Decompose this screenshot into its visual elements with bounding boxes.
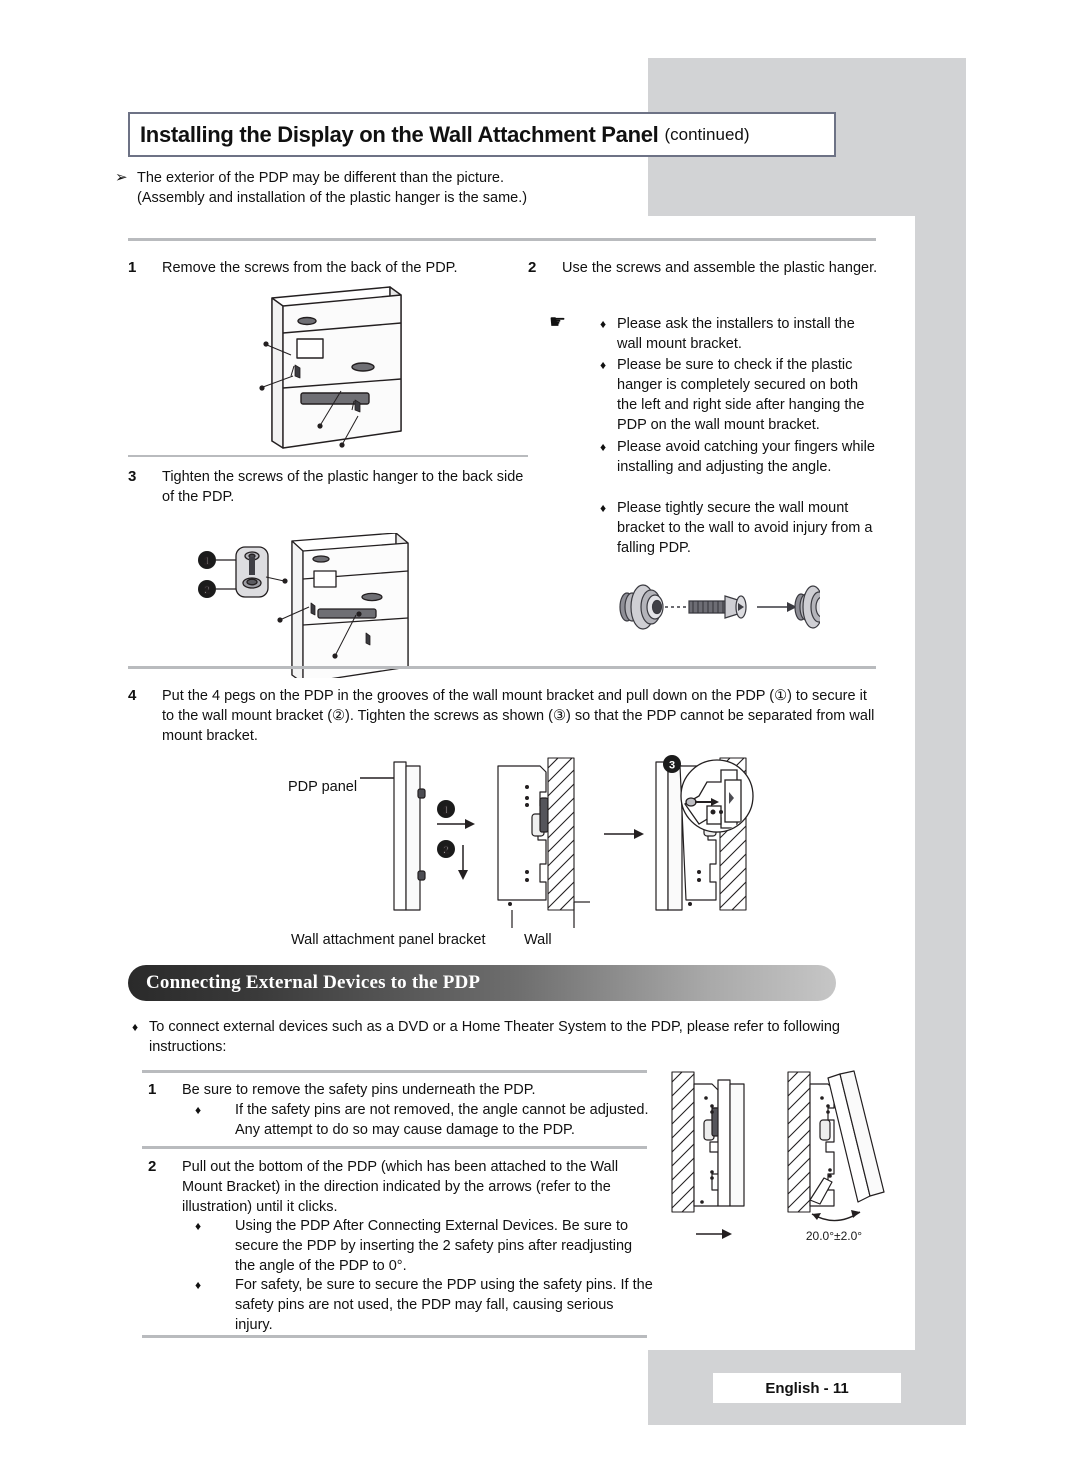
diamond-bullet-icon: ♦ <box>195 1103 202 1117</box>
diamond-bullet-icon: ♦ <box>600 440 607 454</box>
divider-above-item1 <box>142 1070 647 1073</box>
pointing-hand-icon: ☛ <box>549 312 567 333</box>
step-1: 1 Remove the screws from the back of the… <box>128 258 538 278</box>
section-item-2-bullet-1-text: Using the PDP After Connecting External … <box>235 1218 633 1274</box>
section-item-2-bullet-1: ♦ Using the PDP After Connecting Externa… <box>195 1216 653 1276</box>
divider-below-item2 <box>142 1335 647 1338</box>
intro-note: ➢ The exterior of the PDP may be differe… <box>115 168 845 208</box>
svg-text:3: 3 <box>669 760 675 772</box>
step-2-note-3-text: Please avoid catching your fingers while… <box>617 439 875 475</box>
divider-above-step1 <box>128 238 876 241</box>
section-item-1-bullet-1: ♦ If the safety pins are not removed, th… <box>195 1100 653 1140</box>
step-3-text: Tighten the screws of the plastic hanger… <box>162 469 524 505</box>
section-banner-connecting-external-devices: Connecting External Devices to the PDP <box>128 965 836 1001</box>
step-4-number: 4 <box>128 687 137 704</box>
figure-pdp-angle-adjust: 20.0°±2.0° <box>662 1062 912 1277</box>
step-1-text: Remove the screws from the back of the P… <box>162 260 458 276</box>
section-item-2-number: 2 <box>148 1158 157 1175</box>
step-2-note-3: ♦ Please avoid catching your fingers whi… <box>600 437 878 477</box>
step-2-note-1-text: Please ask the installers to install the… <box>617 316 855 352</box>
diamond-bullet-icon: ♦ <box>195 1219 202 1233</box>
section-lead-note: ♦ To connect external devices such as a … <box>132 1017 858 1057</box>
step-4: 4 Put the 4 pegs on the PDP in the groov… <box>128 686 876 746</box>
figure-screw-detail-step4: 3 <box>655 752 760 842</box>
svg-text:2: 2 <box>443 845 449 857</box>
section-item-1: 1 Be sure to remove the safety pins unde… <box>148 1080 653 1100</box>
step-3: 3 Tighten the screws of the plastic hang… <box>128 467 528 507</box>
step-2-note-2: ♦ Please be sure to check if the plastic… <box>600 355 878 435</box>
page-decoration-right-gray-strip <box>915 216 966 1350</box>
page-title: Installing the Display on the Wall Attac… <box>140 121 659 147</box>
intro-note-text: The exterior of the PDP may be different… <box>137 168 527 208</box>
figure-pdp-rear-step1 <box>245 283 475 458</box>
intro-note-line1: The exterior of the PDP may be different… <box>137 170 505 186</box>
arrow-bullet-icon: ➢ <box>115 169 128 186</box>
step-2-note-4-text: Please tightly secure the wall mount bra… <box>617 500 873 556</box>
page-number-tag: English - 11 <box>713 1373 901 1403</box>
step-1-number: 1 <box>128 259 137 276</box>
figure-screw-assembly-step2 <box>605 572 820 642</box>
section-item-1-bullet-1-text: If the safety pins are not removed, the … <box>235 1102 649 1138</box>
svg-text:1: 1 <box>204 556 210 568</box>
diamond-bullet-icon: ♦ <box>132 1020 139 1034</box>
section-item-2-text: Pull out the bottom of the PDP (which ha… <box>182 1159 619 1215</box>
divider-above-item2 <box>142 1146 647 1149</box>
angle-label-text: 20.0°±2.0° <box>806 1229 862 1243</box>
label-pdp-panel: PDP panel <box>288 779 358 795</box>
diamond-bullet-icon: ♦ <box>195 1278 202 1292</box>
divider-above-step4 <box>128 666 876 669</box>
section-item-2-bullet-2-text: For safety, be sure to secure the PDP us… <box>235 1277 653 1333</box>
section-title: Connecting External Devices to the PDP <box>146 972 481 993</box>
section-item-1-number: 1 <box>148 1081 157 1098</box>
page-title-continued: (continued) <box>664 124 750 144</box>
intro-note-line2: (Assembly and installation of the plasti… <box>137 190 528 206</box>
page-title-banner: Installing the Display on the Wall Attac… <box>128 112 836 157</box>
step-2-number: 2 <box>528 259 537 276</box>
step-3-number: 3 <box>128 468 137 485</box>
divider-above-step3 <box>128 455 528 457</box>
page-number-label: English - 11 <box>765 1379 849 1397</box>
figure-hanger-screws-step3: 1 2 <box>196 533 526 678</box>
section-item-2: 2 Pull out the bottom of the PDP (which … <box>148 1157 653 1217</box>
step-2-note-1: ♦ Please ask the installers to install t… <box>600 314 878 354</box>
diamond-bullet-icon: ♦ <box>600 317 607 331</box>
section-item-2-bullet-2: ♦ For safety, be sure to secure the PDP … <box>195 1275 653 1335</box>
svg-text:2: 2 <box>204 585 210 597</box>
section-lead-text: To connect external devices such as a DV… <box>149 1019 840 1055</box>
step-4-text: Put the 4 pegs on the PDP in the grooves… <box>162 688 875 744</box>
section-item-1-text: Be sure to remove the safety pins undern… <box>182 1082 536 1098</box>
step-2: 2 Use the screws and assemble the plasti… <box>528 258 878 278</box>
step-2-text: Use the screws and assemble the plastic … <box>562 260 878 276</box>
step-2-note-2-text: Please be sure to check if the plastic h… <box>617 357 865 433</box>
svg-text:1: 1 <box>443 805 449 817</box>
step-2-note-4: ♦ Please tightly secure the wall mount b… <box>600 498 878 558</box>
diamond-bullet-icon: ♦ <box>600 501 607 515</box>
diamond-bullet-icon: ♦ <box>600 358 607 372</box>
